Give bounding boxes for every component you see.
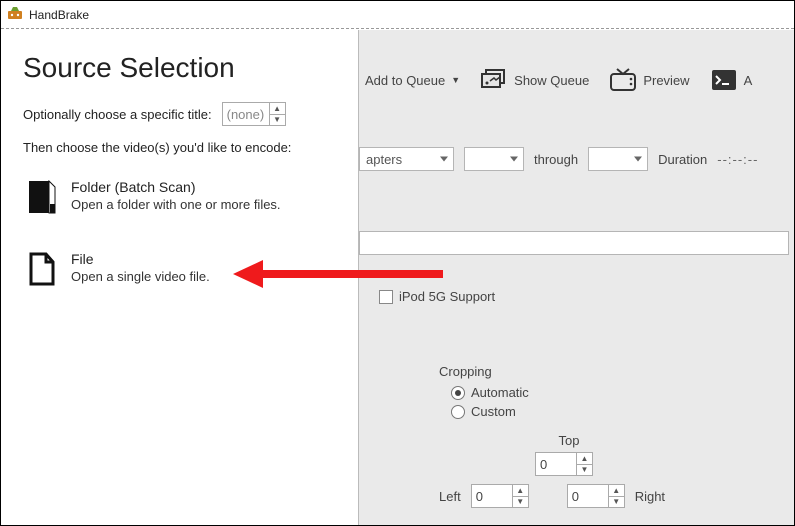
chapter-start-dropdown[interactable] [464,147,524,171]
source-file-item[interactable]: File Open a single video file. [23,243,336,295]
crop-top-spinner[interactable]: 0 ▲▼ [535,452,593,476]
titlebar: HandBrake [1,1,794,29]
cropping-label: Cropping [439,364,786,379]
cropping-automatic-label: Automatic [471,385,529,400]
show-queue-label: Show Queue [514,73,589,88]
activity-label-truncated: A [744,73,753,88]
tv-icon [609,69,637,91]
duration-label: Duration [658,152,707,167]
preview-label: Preview [643,73,689,88]
cropping-custom-option[interactable]: Custom [451,404,786,419]
crop-right-spinner[interactable]: 0 ▲▼ [567,484,625,508]
add-to-queue-label: Add to Queue [365,73,445,88]
toolbar: Add to Queue ▼ Show Queue [359,57,786,103]
chapter-end-dropdown[interactable] [588,147,648,171]
range-mode-dropdown[interactable]: apters [359,147,454,171]
crop-left-value: 0 [472,485,512,507]
optional-title-label: Optionally choose a specific title: [23,107,212,122]
title-spinner[interactable]: (none) ▲▼ [222,102,286,126]
spinner-arrows[interactable]: ▲▼ [608,485,624,507]
file-icon [27,251,57,287]
through-label: through [534,152,578,167]
source-file-sub: Open a single video file. [71,269,210,284]
add-to-queue-button[interactable]: Add to Queue ▼ [359,71,466,90]
source-file-title: File [71,251,210,267]
cropping-automatic-option[interactable]: Automatic [451,385,786,400]
source-folder-sub: Open a folder with one or more files. [71,197,281,212]
crop-left-label: Left [439,489,461,504]
panel-instruction: Then choose the video(s) you'd like to e… [23,140,336,155]
crop-top-label: Top [499,433,639,448]
source-selection-panel: Source Selection Optionally choose a spe… [1,30,359,525]
spinner-arrows[interactable]: ▲▼ [269,103,285,125]
spinner-arrows[interactable]: ▲▼ [576,453,592,475]
title-spinner-value: (none) [223,103,269,125]
crop-left-spinner[interactable]: 0 ▲▼ [471,484,529,508]
show-queue-button[interactable]: Show Queue [474,67,595,93]
crop-right-value: 0 [568,485,608,507]
chevron-down-icon: ▼ [451,75,460,85]
activity-button[interactable]: A [704,67,759,93]
crop-right-label: Right [635,489,665,504]
source-folder-title: Folder (Batch Scan) [71,179,281,195]
range-mode-value: apters [366,152,402,167]
app-title: HandBrake [29,8,89,22]
radio-icon [451,405,465,419]
ipod-label: iPod 5G Support [399,289,495,304]
queue-icon [480,69,508,91]
destination-path-input[interactable] [359,231,789,255]
folder-icon [27,179,57,215]
ipod-row: iPod 5G Support [379,289,786,304]
cropping-custom-label: Custom [471,404,516,419]
crop-top-value: 0 [536,453,576,475]
app-icon [7,5,23,24]
cropping-section: Cropping Automatic Custom Top 0 ▲▼ [439,364,786,508]
source-folder-item[interactable]: Folder (Batch Scan) Open a folder with o… [23,171,336,223]
duration-value: --:--:-- [717,152,758,167]
chapters-row: apters through Duration --:--:-- [359,147,786,171]
ipod-checkbox[interactable] [379,290,393,304]
spinner-arrows[interactable]: ▲▼ [512,485,528,507]
radio-icon [451,386,465,400]
panel-heading: Source Selection [23,52,336,84]
preview-button[interactable]: Preview [603,67,695,93]
terminal-icon [710,69,738,91]
